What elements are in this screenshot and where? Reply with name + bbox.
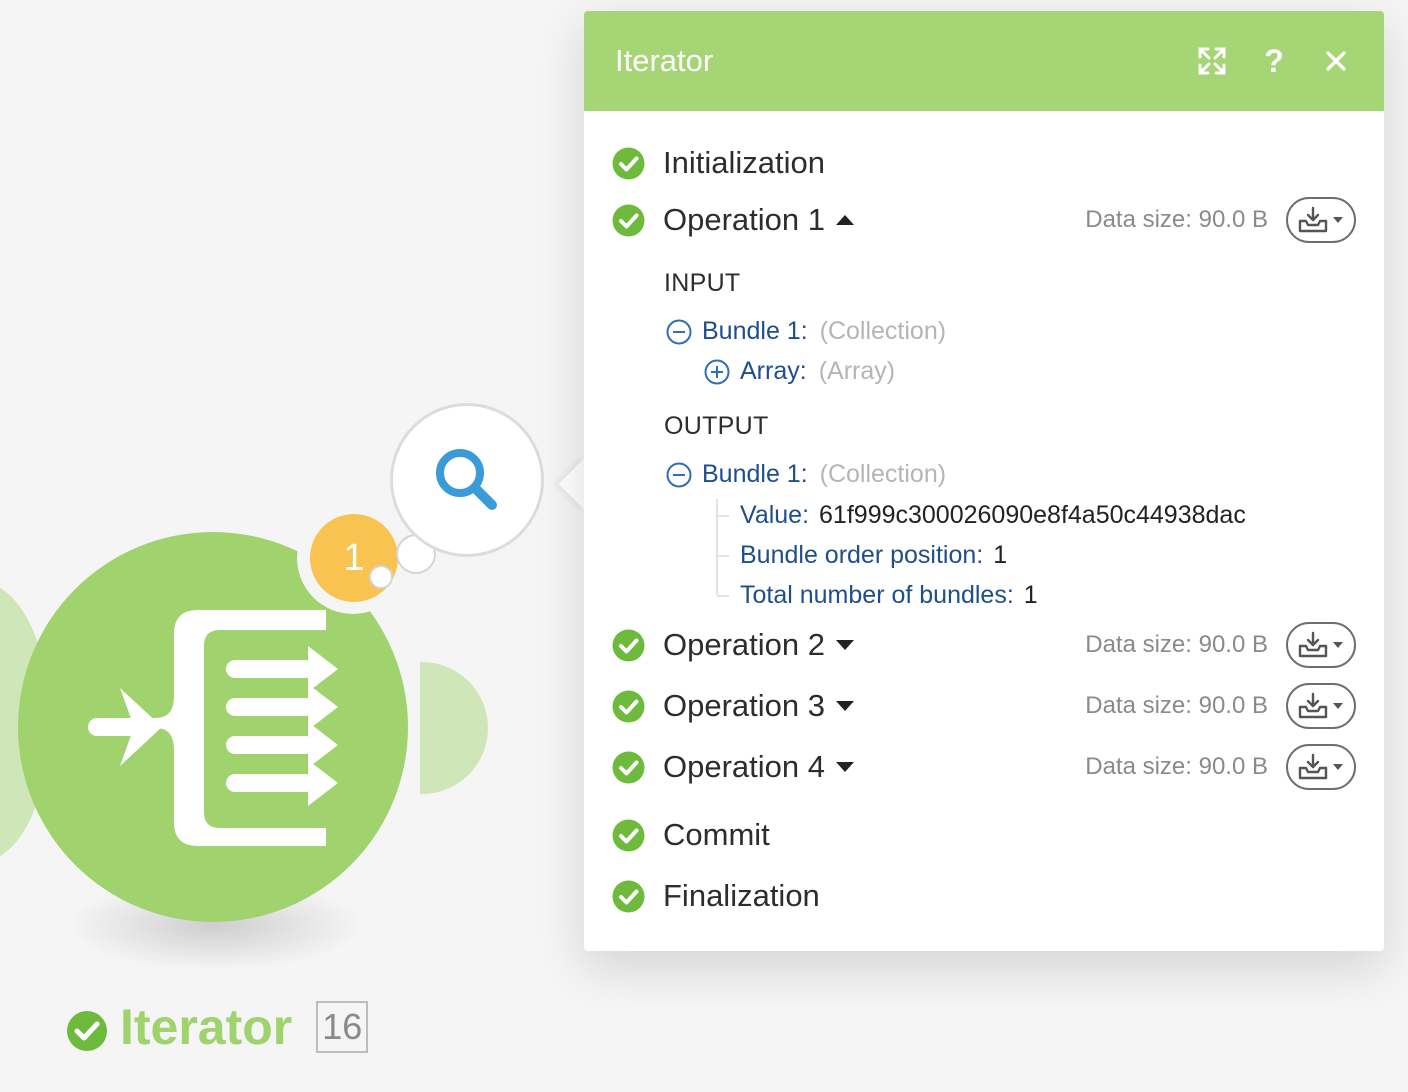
operation-2-data-size: Data size: 90.0 B: [1085, 631, 1268, 658]
success-check-icon: [612, 629, 645, 661]
success-check-icon: [612, 204, 645, 236]
caret-down-icon[interactable]: [835, 761, 855, 773]
operation-2-row[interactable]: Operation 2 Data size: 90.0 B: [612, 622, 1356, 668]
output-value-row: Value: 61f999c300026090e8f4a50c44938dac: [740, 501, 1246, 530]
output-total-key: Total number of bundles:: [740, 581, 1014, 609]
collapse-circle-icon[interactable]: [666, 319, 692, 345]
initialization-label: Initialization: [663, 145, 825, 180]
tree-guide-branch: [717, 555, 729, 557]
commit-row: Commit: [612, 817, 1356, 853]
output-bundle-key: Bundle 1:: [702, 460, 808, 488]
operations-count-badge[interactable]: 1: [310, 514, 398, 602]
module-name: Iterator: [120, 999, 293, 1055]
panel-title: Iterator: [615, 43, 714, 78]
operation-4-download-button[interactable]: [1286, 744, 1356, 790]
output-bundle-1: Bundle 1: (Collection): [666, 460, 946, 489]
success-check-icon: [67, 1011, 107, 1051]
output-heading: OUTPUT: [664, 412, 769, 440]
operation-3-data-size: Data size: 90.0 B: [1085, 692, 1268, 719]
output-value: 61f999c300026090e8f4a50c44938dac: [819, 501, 1246, 529]
operation-1-row[interactable]: Operation 1 Data size: 90.0 B: [612, 197, 1356, 243]
operation-4-row[interactable]: Operation 4 Data size: 90.0 B: [612, 744, 1356, 790]
outgoing-connector-handle[interactable]: [420, 662, 488, 794]
success-check-icon: [612, 880, 645, 912]
module-label: Iterator 16: [66, 998, 369, 1056]
scenario-canvas: 1 Iterator 16 Iterator ? Initialization …: [0, 0, 1408, 1092]
panel-header: Iterator ?: [584, 11, 1384, 111]
operation-3-label[interactable]: Operation 3: [663, 688, 825, 724]
expand-button[interactable]: [1195, 44, 1229, 78]
operation-2-download-button[interactable]: [1286, 622, 1356, 668]
success-check-icon: [612, 147, 645, 179]
operation-4-label[interactable]: Operation 4: [663, 749, 825, 785]
success-check-icon: [612, 751, 645, 783]
close-button[interactable]: [1319, 44, 1353, 78]
output-position: 1: [993, 541, 1008, 569]
output-total: 1: [1023, 581, 1038, 609]
operation-1-data-size: Data size: 90.0 B: [1085, 206, 1268, 233]
download-menu-icon: [1298, 753, 1343, 780]
commit-label: Commit: [663, 817, 770, 852]
operation-4-data-size: Data size: 90.0 B: [1085, 753, 1268, 780]
expand-circle-icon[interactable]: [704, 359, 730, 385]
magnifier-icon: [436, 449, 497, 510]
operation-1-download-button[interactable]: [1286, 197, 1356, 243]
output-position-row: Bundle order position: 1: [740, 541, 1007, 570]
close-icon: [1326, 51, 1346, 71]
expand-icon: [1198, 47, 1226, 75]
download-menu-icon: [1298, 206, 1343, 233]
input-bundle-key: Bundle 1:: [702, 317, 808, 345]
success-check-icon: [612, 819, 645, 851]
input-array: Array: (Array): [704, 357, 895, 386]
caret-down-icon[interactable]: [835, 639, 855, 651]
iterator-icon: [88, 610, 338, 846]
operation-2-label[interactable]: Operation 2: [663, 627, 825, 663]
output-bundle-type: (Collection): [819, 460, 947, 488]
input-array-key: Array:: [740, 357, 807, 385]
input-bundle-type: (Collection): [819, 317, 947, 345]
bubble-tail-small: [369, 565, 393, 589]
module-count-badge: 16: [316, 1001, 369, 1053]
input-array-type: (Array): [818, 357, 896, 385]
tree-guide-branch: [717, 515, 729, 517]
input-heading: INPUT: [664, 269, 741, 297]
input-bundle-1: Bundle 1: (Collection): [666, 317, 946, 346]
operation-3-row[interactable]: Operation 3 Data size: 90.0 B: [612, 683, 1356, 729]
finalization-row: Finalization: [612, 878, 1356, 914]
finalization-label: Finalization: [663, 878, 820, 913]
success-check-icon: [612, 690, 645, 722]
execution-inspector-panel: Iterator ? Initialization Operation 1 Da…: [584, 11, 1384, 951]
operation-3-download-button[interactable]: [1286, 683, 1356, 729]
operation-1-label[interactable]: Operation 1: [663, 202, 825, 238]
caret-up-icon[interactable]: [835, 214, 855, 226]
help-button[interactable]: ?: [1257, 43, 1291, 79]
download-menu-icon: [1298, 631, 1343, 658]
tree-guide: [716, 499, 718, 595]
output-total-row: Total number of bundles: 1: [740, 581, 1038, 610]
output-value-key: Value:: [740, 501, 810, 529]
output-position-key: Bundle order position:: [740, 541, 984, 569]
inspect-bubble[interactable]: [390, 403, 544, 557]
initialization-row: Initialization: [612, 145, 1356, 181]
collapse-circle-icon[interactable]: [666, 462, 692, 488]
tree-guide-branch: [717, 595, 729, 597]
caret-down-icon[interactable]: [835, 700, 855, 712]
download-menu-icon: [1298, 692, 1343, 719]
